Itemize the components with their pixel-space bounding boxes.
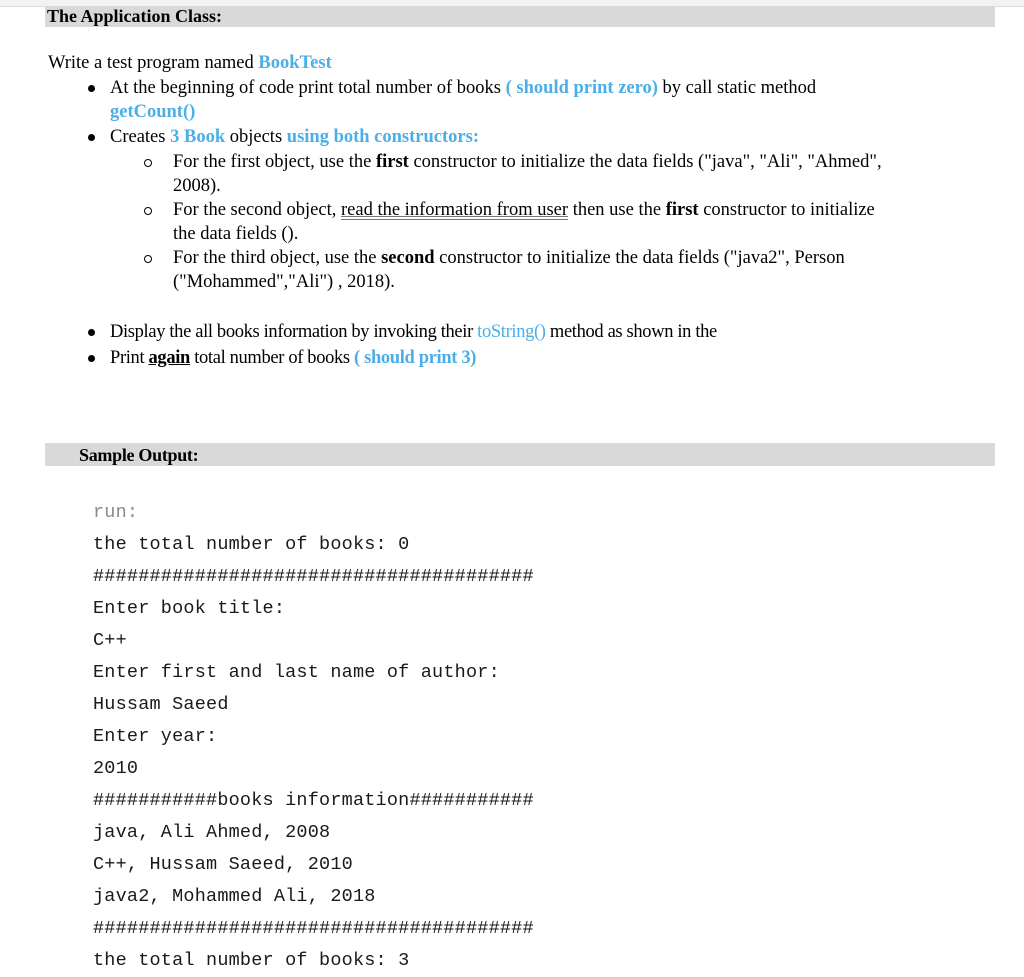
bullet-text: method as shown in the xyxy=(545,322,717,342)
console-line: the total number of books: 0 xyxy=(93,534,410,555)
console-line: Enter year: xyxy=(93,726,218,747)
intro-text: Write a test program named xyxy=(48,53,259,73)
bullet-2-line: Creates 3 Book objects using both constr… xyxy=(110,125,479,149)
sub-bullet-3-line-1: For the third object, use the second con… xyxy=(173,246,845,270)
console-line: ####################################### xyxy=(93,918,534,939)
console-line: run: xyxy=(93,502,139,523)
console-line: the total number of books: 3 xyxy=(93,950,410,971)
console-line: ###########books information########### xyxy=(93,790,534,811)
circle-bullet-icon xyxy=(144,255,152,263)
bullet-1-line-1: At the beginning of code print total num… xyxy=(110,76,816,100)
sub-bullet-text: constructor to initialize the data field… xyxy=(408,152,882,172)
bullet-text: At the beginning of code print total num… xyxy=(110,78,506,98)
bullet-highlight: using both constructors: xyxy=(286,127,479,147)
bullet-text: objects xyxy=(225,127,287,147)
sub-bullet-text: then use the xyxy=(568,200,666,220)
method-name: getCount() xyxy=(110,102,196,122)
bullet-text: total number of books xyxy=(189,348,355,368)
section-header-sample-output: Sample Output: xyxy=(45,443,995,466)
bullet-icon xyxy=(88,134,95,141)
sub-bullet-text: For the first object, use the xyxy=(173,152,376,172)
section-title: Sample Output: xyxy=(79,445,199,465)
section-header-application-class: The Application Class: xyxy=(45,6,995,27)
sub-bullet-1-line-2: 2008). xyxy=(173,174,221,198)
console-line: Enter first and last name of author: xyxy=(93,662,500,683)
bold-text: first xyxy=(665,200,699,220)
console-line: java, Ali Ahmed, 2008 xyxy=(93,822,331,843)
bullet-icon xyxy=(88,329,95,336)
section-title: The Application Class: xyxy=(47,6,223,26)
sub-bullet-text: For the third object, use the xyxy=(173,248,382,268)
bullet-text: by call static method xyxy=(657,78,817,98)
underlined-text: read the information from user xyxy=(341,200,569,220)
bullet-text: Display the all books information by inv… xyxy=(110,322,478,342)
circle-bullet-icon xyxy=(144,159,152,167)
sub-bullet-text: ("Mohammed","Ali") , 2018). xyxy=(173,272,395,292)
intro-line: Write a test program named BookTest xyxy=(48,51,332,75)
sub-bullet-text: For the second object, xyxy=(173,200,341,220)
bullet-icon xyxy=(88,355,95,362)
console-line: java2, Mohammed Ali, 2018 xyxy=(93,886,376,907)
bullet-text: Print xyxy=(110,348,149,368)
console-line: C++, Hussam Saeed, 2010 xyxy=(93,854,353,875)
console-line: C++ xyxy=(93,630,127,651)
bullet-highlight: 3 Book xyxy=(170,127,226,147)
sub-bullet-text: constructor to initialize xyxy=(698,200,875,220)
bullet-4-line: Print again total number of books ( shou… xyxy=(110,346,476,370)
sub-bullet-1-line-1: For the first object, use the first cons… xyxy=(173,150,882,174)
class-name: BookTest xyxy=(258,53,332,73)
bullet-3-line: Display the all books information by inv… xyxy=(110,320,717,344)
bullet-highlight: ( should print zero) xyxy=(505,78,658,98)
sub-bullet-2-line-1: For the second object, read the informat… xyxy=(173,198,875,222)
sub-bullet-text: the data fields (). xyxy=(173,224,299,244)
circle-bullet-icon xyxy=(144,207,152,215)
bold-text: first xyxy=(375,152,409,172)
bullet-highlight: ( should print 3) xyxy=(354,348,477,368)
sub-bullet-2-line-2: the data fields (). xyxy=(173,222,298,246)
bullet-icon xyxy=(88,85,95,92)
bullet-text: Creates xyxy=(110,127,171,147)
sub-bullet-3-line-2: ("Mohammed","Ali") , 2018). xyxy=(173,270,395,294)
method-name: toString() xyxy=(477,322,546,342)
console-output: run: the total number of books: 0 ######… xyxy=(93,497,534,977)
bullet-1-line-2: getCount() xyxy=(110,100,195,124)
console-line: 2010 xyxy=(93,758,139,779)
sub-bullet-text: 2008). xyxy=(173,176,221,196)
console-line: Enter book title: xyxy=(93,598,286,619)
underlined-bold-text: again xyxy=(148,348,191,368)
bold-text: second xyxy=(381,248,435,268)
sub-bullet-text: constructor to initialize the data field… xyxy=(434,248,845,268)
console-line: Hussam Saeed xyxy=(93,694,229,715)
console-line: ####################################### xyxy=(93,566,534,587)
